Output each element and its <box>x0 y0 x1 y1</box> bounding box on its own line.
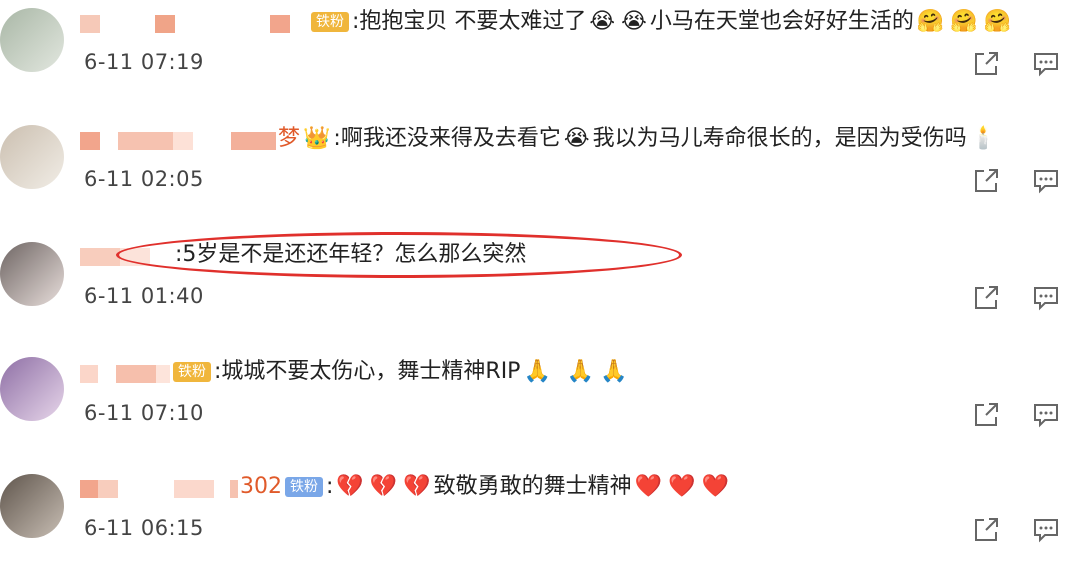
crying-emoji-icon: 😭 <box>589 9 616 34</box>
pray-emoji-icon: 🙏 <box>566 359 595 384</box>
username-blurred[interactable] <box>80 11 290 33</box>
comment-line: 铁粉 :城城不要太伤心，舞士精神RIP 🙏 🙏 🙏 <box>80 357 631 387</box>
comment-icon[interactable] <box>1032 50 1060 78</box>
comment-icon[interactable] <box>1032 167 1060 195</box>
comment-timestamp: 6-11 01:40 <box>84 284 204 308</box>
comment-colon: : <box>326 474 334 499</box>
comment-item: 梦 👑 :啊我还没来得及去看它 😭 我以为马儿寿命很长的，是因为受伤吗 🕯️ 6… <box>0 117 1080 234</box>
comment-text: 致敬勇敢的舞士精神 <box>433 474 632 499</box>
share-icon[interactable] <box>972 516 1000 544</box>
avatar[interactable] <box>0 357 64 421</box>
comment-icon[interactable] <box>1032 516 1060 544</box>
username-blurred[interactable] <box>80 476 238 498</box>
share-icon[interactable] <box>972 401 1000 429</box>
comment-item: 302 铁粉 : 💔 💔 💔 致敬勇敢的舞士精神 ❤️ ❤️ ❤️ 6-11 0… <box>0 468 1080 585</box>
crown-badge-icon: 👑 <box>303 126 331 151</box>
crying-emoji-icon: 😭 <box>563 126 590 151</box>
highlight-oval <box>116 232 682 278</box>
comment-timestamp: 6-11 02:05 <box>84 167 204 191</box>
comment-item: 铁粉 :城城不要太伤心，舞士精神RIP 🙏 🙏 🙏 6-11 07:10 <box>0 351 1080 468</box>
comment-line: 302 铁粉 : 💔 💔 💔 致敬勇敢的舞士精神 ❤️ ❤️ ❤️ <box>80 472 732 502</box>
heart-icon: ❤️ <box>634 474 663 499</box>
heart-icon: ❤️ <box>701 474 729 499</box>
username-suffix: 302 <box>240 474 282 499</box>
fan-badge[interactable]: 铁粉 <box>311 12 349 32</box>
hug-emoji-icon: 🤗 <box>916 9 945 34</box>
comment-text: :抱抱宝贝 不要太难过了 <box>352 9 587 34</box>
fan-badge[interactable]: 铁粉 <box>285 477 323 497</box>
comment-text: :城城不要太伤心，舞士精神RIP <box>214 359 521 384</box>
comment-text: :啊我还没来得及去看它 <box>333 126 561 151</box>
avatar[interactable] <box>0 125 64 189</box>
comment-line: 铁粉 :抱抱宝贝 不要太难过了 😭 😭 小马在天堂也会好好生活的 🤗 🤗 🤗 <box>80 7 1014 37</box>
pray-emoji-icon: 🙏 <box>523 359 551 384</box>
broken-heart-icon: 💔 <box>403 474 431 499</box>
hug-emoji-icon: 🤗 <box>950 9 978 34</box>
crying-emoji-icon: 😭 <box>621 9 647 34</box>
hug-emoji-icon: 🤗 <box>983 9 1012 34</box>
comment-timestamp: 6-11 06:15 <box>84 516 204 540</box>
username-suffix: 梦 <box>278 126 301 151</box>
username-blurred[interactable] <box>80 128 276 150</box>
comment-item: 铁粉 :抱抱宝贝 不要太难过了 😭 😭 小马在天堂也会好好生活的 🤗 🤗 🤗 6… <box>0 0 1080 117</box>
comment-line: 梦 👑 :啊我还没来得及去看它 😭 我以为马儿寿命很长的，是因为受伤吗 🕯️ <box>80 124 1000 154</box>
comment-icon[interactable] <box>1032 284 1060 312</box>
fan-badge[interactable]: 铁粉 <box>173 362 211 382</box>
share-icon[interactable] <box>972 50 1000 78</box>
comment-timestamp: 6-11 07:19 <box>84 50 204 74</box>
comment-text-continued: 小马在天堂也会好好生活的 <box>649 9 914 34</box>
avatar[interactable] <box>0 242 64 306</box>
broken-heart-icon: 💔 <box>336 474 364 499</box>
avatar[interactable] <box>0 8 64 72</box>
comment-text-continued: 我以为马儿寿命很长的，是因为受伤吗 <box>592 126 967 151</box>
avatar[interactable] <box>0 474 64 538</box>
candle-emoji-icon: 🕯️ <box>969 126 997 151</box>
comment-icon[interactable] <box>1032 401 1060 429</box>
username-blurred[interactable] <box>80 361 170 383</box>
pray-emoji-icon: 🙏 <box>600 359 628 384</box>
share-icon[interactable] <box>972 284 1000 312</box>
share-icon[interactable] <box>972 167 1000 195</box>
comment-timestamp: 6-11 07:10 <box>84 401 204 425</box>
heart-icon: ❤️ <box>668 474 696 499</box>
broken-heart-icon: 💔 <box>369 474 398 499</box>
